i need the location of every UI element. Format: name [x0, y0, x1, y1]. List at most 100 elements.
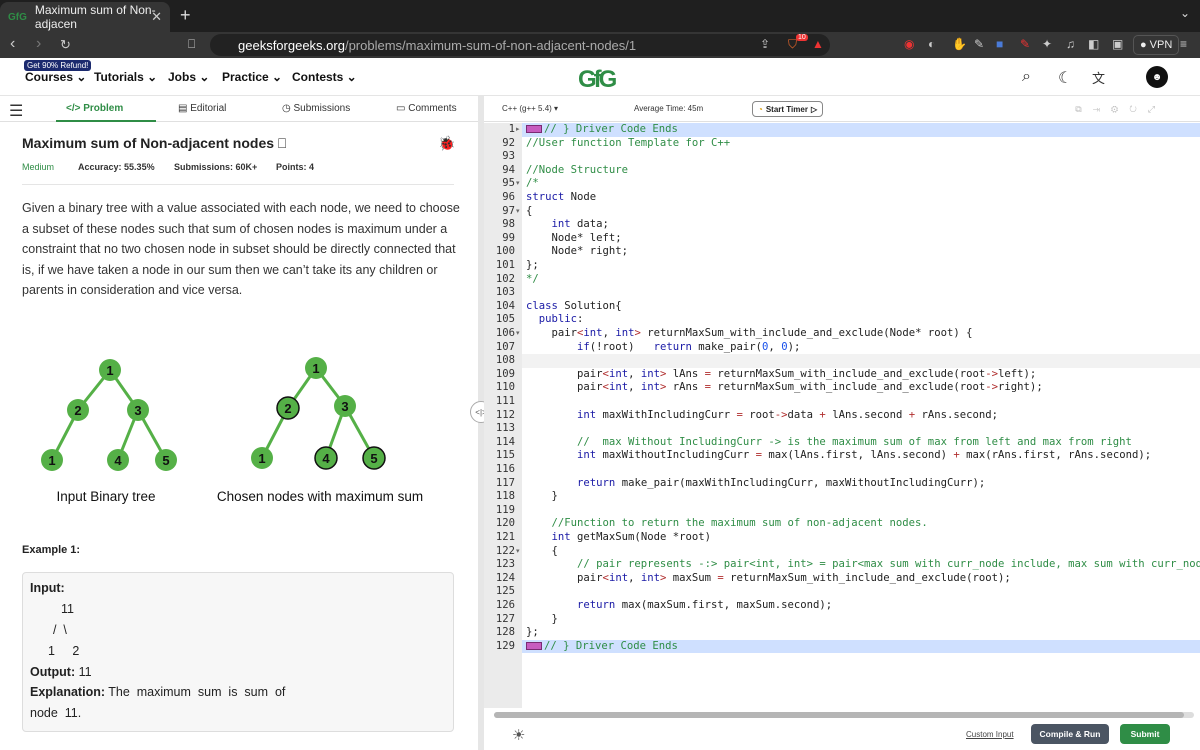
code-line: pair<int, int> returnMaxSum_with_include… — [522, 327, 1200, 341]
back-icon[interactable]: ‹ — [10, 35, 15, 53]
timer-icon: ◔ — [758, 104, 763, 114]
code-line: { — [522, 205, 1200, 219]
extension-icon[interactable]: ■ — [996, 37, 1003, 51]
dark-mode-icon[interactable]: ☾ — [1058, 68, 1072, 88]
code-text: pair<int, int> rAns = returnMaxSum_with_… — [526, 381, 1043, 394]
fold-arrow-icon[interactable]: ▾ — [516, 205, 520, 219]
code-line: //User function Template for C++ — [522, 137, 1200, 151]
browser-tab[interactable]: GfG Maximum sum of Non-adjacen ✕ — [0, 2, 170, 32]
line-number: 120 — [495, 517, 515, 530]
editor-footer: ☀ Custom Input Compile & Run Submit — [484, 722, 1200, 750]
close-tab-icon[interactable]: ✕ — [151, 9, 162, 25]
fold-arrow-icon[interactable]: ▾ — [516, 327, 520, 341]
code-editor[interactable]: // } Driver Code Ends//User function Tem… — [522, 123, 1200, 708]
nav-tutorials[interactable]: Tutorials ⌄ — [94, 70, 157, 84]
average-time: Average Time: 45m — [634, 104, 704, 113]
code-text: //Function to return the maximum sum of … — [526, 517, 928, 530]
reset-icon[interactable]: ↻ — [1129, 104, 1148, 114]
reload-icon[interactable]: ↻ — [60, 37, 71, 53]
vpn-icon: ● — [1140, 39, 1147, 51]
fold-arrow-icon[interactable]: ▾ — [516, 545, 520, 559]
bookmark-icon[interactable]: ⎕ — [188, 37, 195, 52]
horizontal-scrollbar[interactable] — [494, 712, 1194, 718]
tree-node-label: 4 — [322, 451, 330, 466]
menu-icon[interactable]: ≡ — [1180, 37, 1187, 51]
share-icon[interactable]: ⇪ — [760, 37, 770, 51]
fullscreen-icon[interactable]: ⤢ — [1148, 104, 1166, 114]
custom-input-link[interactable]: Custom Input — [966, 730, 1014, 739]
puzzle-icon[interactable]: ✦ — [1042, 37, 1052, 51]
language-select[interactable]: C++ (g++ 5.4) ▾ — [502, 104, 558, 113]
extension-icon[interactable]: ◐ — [928, 37, 935, 51]
chevron-down-icon[interactable]: ⌄ — [1180, 6, 1190, 20]
line-number: 121 — [495, 531, 515, 543]
line-number: 125 — [495, 585, 515, 598]
settings-icon[interactable]: ⚙ — [1111, 104, 1129, 114]
fold-arrow-icon[interactable]: ▸ — [516, 123, 520, 137]
collapsed-region-icon[interactable] — [526, 125, 542, 133]
collapsed-region-icon[interactable] — [526, 641, 542, 650]
submit-button[interactable]: Submit — [1120, 724, 1170, 744]
code-text: //User function Template for C++ — [526, 136, 731, 149]
line-number: 116 — [495, 463, 515, 475]
code-text: int data; — [551, 218, 609, 231]
nav-courses[interactable]: Courses ⌄ — [25, 70, 86, 84]
timer-label: Start Timer — [765, 104, 808, 114]
compile-run-button[interactable]: Compile & Run — [1031, 724, 1109, 744]
line-number: 102 — [495, 272, 515, 285]
line-gutter: 1 ▸ 92 93 94 95 ▾ 96 97 ▾ 98 99 100 101 102 103 104 105 10… — [484, 123, 522, 708]
music-icon[interactable]: ♫ — [1066, 37, 1075, 51]
brave-badge: 10 — [796, 34, 808, 41]
fold-arrow-icon[interactable]: ▾ — [516, 177, 520, 191]
new-tab-icon[interactable]: + — [180, 5, 191, 26]
nav-label: Courses — [25, 70, 74, 84]
nav-contests[interactable]: Contests ⌄ — [292, 70, 357, 84]
start-timer-button[interactable]: ◔ Start Timer ▷ — [752, 101, 824, 117]
wallet-icon[interactable]: ▣ — [1112, 37, 1123, 51]
copy-icon[interactable]: ⧉ — [1075, 104, 1092, 114]
tree-node-label: 5 — [162, 453, 169, 468]
lightbulb-icon[interactable]: ☀ — [512, 726, 525, 744]
code-line: Node* right; — [522, 245, 1200, 259]
code-text: return max(maxSum.first, maxSum.second); — [577, 599, 833, 611]
line-number: 103 — [495, 286, 515, 299]
nav-practice[interactable]: Practice ⌄ — [222, 70, 282, 84]
sidebar-icon[interactable]: ◧ — [1088, 37, 1099, 51]
gfg-logo[interactable]: GfG — [578, 66, 617, 94]
problem-pane: ☰ </> Problem ▤ Editorial ◷ Submissions … — [0, 96, 478, 750]
line-number: 94 — [502, 163, 515, 176]
line-number: 95 — [502, 177, 515, 190]
gfg-favicon-icon: GfG — [8, 11, 27, 23]
forward-icon[interactable]: › — [36, 35, 41, 53]
code-line: */ — [522, 273, 1200, 287]
line-number: 117 — [495, 476, 515, 489]
code-line: int maxWithoutIncludingCurr = max(lAns.f… — [522, 449, 1200, 463]
code-line: { — [522, 545, 1200, 559]
scrollbar-thumb[interactable] — [494, 712, 1184, 718]
vpn-button[interactable]: ● VPN — [1133, 35, 1180, 55]
pen-icon[interactable]: ✎ — [974, 37, 984, 51]
code-text: pair<int, int> returnMaxSum_with_include… — [526, 327, 973, 339]
address-bar[interactable]: geeksforgeeks.org/problems/maximum-sum-o… — [210, 34, 830, 56]
brave-rewards-icon[interactable]: ▲ — [812, 37, 824, 51]
code-text: int maxWithoutIncludingCurr = max(lAns.f… — [577, 449, 1152, 462]
export-icon[interactable]: ⇥ — [1093, 104, 1111, 114]
code-text: return make_pair(maxWithIncludingCurr, m… — [577, 476, 986, 489]
example-input-line: 1 2 — [48, 644, 80, 658]
search-icon[interactable]: ⌕ — [1022, 68, 1031, 86]
dropdown-caret-icon: ▾ — [554, 104, 559, 113]
tree-node-label: 5 — [370, 451, 377, 466]
avatar[interactable]: ☻ — [1146, 66, 1168, 88]
record-icon[interactable]: ◉ — [904, 37, 914, 51]
extension-icon[interactable]: ✎ — [1020, 37, 1030, 51]
line-number: 100 — [495, 245, 515, 258]
code-text: } — [526, 490, 558, 503]
nav-jobs[interactable]: Jobs ⌄ — [168, 70, 209, 84]
example-input-line: / \ — [53, 623, 67, 637]
extension-icon[interactable]: ✋ — [952, 37, 967, 51]
translate-icon[interactable]: 文 — [1092, 68, 1105, 87]
line-number: 92 — [502, 136, 515, 149]
explanation-text: node 11. — [30, 706, 82, 720]
tree-node-label: 1 — [106, 363, 113, 378]
